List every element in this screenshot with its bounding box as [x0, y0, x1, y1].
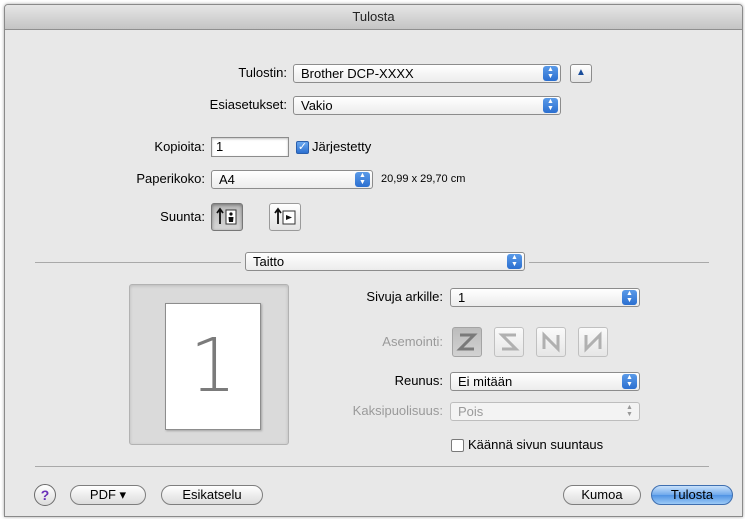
stepper-icon: ▲ ▼ — [543, 98, 558, 113]
collated-checkbox[interactable]: ✓ — [296, 141, 309, 154]
cancel-button[interactable]: Kumoa — [563, 485, 641, 505]
layout-reverse-n-icon — [584, 331, 602, 353]
orientation-label: Suunta: — [160, 209, 205, 224]
presets-select[interactable]: Vakio ▲ ▼ — [293, 96, 561, 115]
reverse-orientation-label: Käännä sivun suuntaus — [468, 437, 604, 452]
expand-dialog-button[interactable]: ▲ — [570, 64, 592, 83]
presets-value: Vakio — [301, 98, 333, 113]
pdf-menu-button[interactable]: PDF ▾ — [70, 485, 146, 505]
window-title: Tulosta — [5, 5, 742, 30]
layout-reverse-z-icon — [498, 333, 520, 351]
copies-label: Kopioita: — [154, 139, 205, 154]
printer-label: Tulostin: — [238, 65, 287, 80]
portrait-icon — [216, 207, 237, 225]
two-sided-select[interactable]: Pois ▲ ▼ — [450, 402, 640, 421]
stepper-icon: ▲ ▼ — [622, 374, 637, 389]
copies-input[interactable]: 1 — [211, 137, 289, 157]
paper-size-label: Paperikoko: — [136, 171, 205, 186]
landscape-icon — [274, 207, 296, 225]
section-divider-left — [35, 262, 241, 263]
landscape-orientation-button[interactable] — [269, 203, 301, 231]
help-icon[interactable]: ? — [34, 484, 56, 506]
stepper-icon: ▲ ▼ — [507, 254, 522, 269]
printer-select[interactable]: Brother DCP-XXXX ▲ ▼ — [293, 64, 561, 83]
stepper-icon: ▲ ▼ — [355, 172, 370, 187]
portrait-orientation-button[interactable] — [211, 203, 243, 231]
layout-z-icon — [456, 333, 478, 351]
pages-per-sheet-select[interactable]: 1 ▲ ▼ — [450, 288, 640, 307]
paper-size-value: A4 — [219, 172, 235, 187]
layout-direction-label: Asemointi: — [382, 334, 443, 349]
presets-label: Esiasetukset: — [209, 97, 287, 112]
preview-button[interactable]: Esikatselu — [161, 485, 263, 505]
pages-per-sheet-value: 1 — [458, 290, 466, 305]
section-menu-select[interactable]: Taitto ▲ ▼ — [245, 252, 525, 271]
direction-reverse-z-button[interactable] — [494, 327, 524, 357]
page-preview: 1 — [129, 284, 289, 445]
print-button[interactable]: Tulosta — [651, 485, 733, 505]
footer-divider — [35, 466, 709, 467]
stepper-icon: ▲ ▼ — [626, 404, 633, 418]
direction-z-button[interactable] — [452, 327, 482, 357]
section-menu-value: Taitto — [253, 254, 285, 269]
collated-label: Järjestetty — [312, 139, 372, 154]
border-label: Reunus: — [394, 373, 443, 388]
preview-page: 1 — [165, 303, 261, 430]
border-select[interactable]: Ei mitään ▲ ▼ — [450, 372, 640, 391]
two-sided-label: Kaksipuolisuus: — [352, 403, 443, 418]
reverse-orientation-checkbox[interactable] — [451, 439, 464, 452]
section-divider-right — [529, 262, 709, 263]
print-dialog: Tulosta Tulostin: Brother DCP-XXXX ▲ ▼ ▲ … — [4, 4, 743, 517]
stepper-icon: ▲ ▼ — [543, 66, 558, 81]
paper-dimensions: 20,99 x 29,70 cm — [381, 173, 466, 185]
paper-size-select[interactable]: A4 ▲ ▼ — [211, 170, 373, 189]
printer-value: Brother DCP-XXXX — [301, 66, 414, 81]
two-sided-value: Pois — [458, 404, 484, 419]
direction-n-button[interactable] — [536, 327, 566, 357]
border-value: Ei mitään — [458, 374, 513, 389]
stepper-icon: ▲ ▼ — [622, 290, 637, 305]
layout-n-icon — [542, 331, 560, 353]
pages-per-sheet-label: Sivuja arkille: — [366, 289, 443, 304]
direction-reverse-n-button[interactable] — [578, 327, 608, 357]
